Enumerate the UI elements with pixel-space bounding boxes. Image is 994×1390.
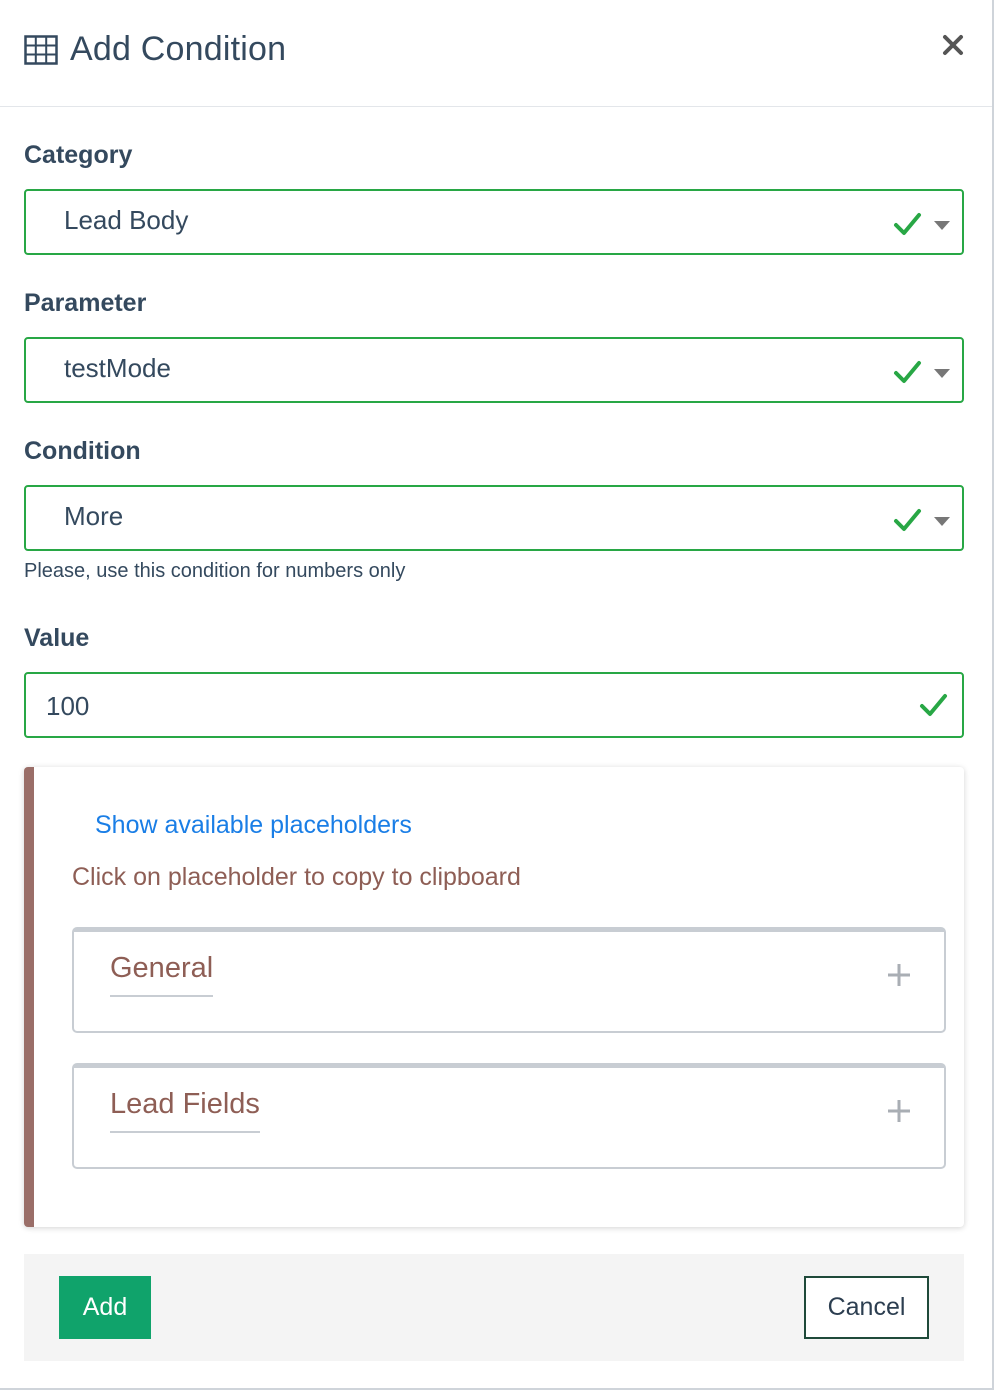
value-input[interactable]: [46, 686, 886, 726]
show-placeholders-link[interactable]: Show available placeholders: [95, 811, 412, 840]
accordion-title: General: [110, 952, 214, 997]
add-button[interactable]: Add: [59, 1276, 151, 1339]
chevron-down-icon: [934, 517, 950, 526]
placeholders-panel: Show available placeholders Click on pla…: [24, 767, 964, 1227]
cancel-button[interactable]: Cancel: [804, 1276, 929, 1339]
condition-select[interactable]: More: [24, 485, 964, 551]
check-icon: [920, 694, 947, 716]
placeholders-note: Click on placeholder to copy to clipboar…: [72, 863, 521, 891]
modal-title: Add Condition: [70, 30, 287, 68]
plus-icon[interactable]: [886, 1098, 912, 1124]
parameter-select[interactable]: testMode: [24, 337, 964, 403]
modal-footer: Add Cancel: [24, 1254, 964, 1361]
parameter-value: testMode: [64, 353, 171, 383]
category-label: Category: [24, 141, 133, 169]
add-condition-modal: Add Condition Category Lead Body Paramet…: [0, 0, 994, 1390]
chevron-down-icon: [934, 221, 950, 230]
condition-label: Condition: [24, 437, 141, 465]
accordion-title: Lead Fields: [110, 1088, 260, 1133]
close-icon[interactable]: [938, 30, 968, 60]
check-icon: [894, 213, 921, 235]
accordion-lead-fields[interactable]: Lead Fields: [72, 1063, 946, 1169]
accordion-general[interactable]: General: [72, 927, 946, 1033]
value-field[interactable]: [24, 672, 964, 738]
check-icon: [894, 361, 921, 383]
value-label: Value: [24, 624, 90, 652]
modal-title-wrap: Add Condition: [24, 30, 286, 69]
check-icon: [894, 509, 921, 531]
condition-value: More: [64, 501, 124, 531]
category-value: Lead Body: [64, 205, 189, 235]
chevron-down-icon: [934, 369, 950, 378]
parameter-label: Parameter: [24, 289, 147, 317]
category-select[interactable]: Lead Body: [24, 189, 964, 255]
table-grid-icon: [24, 34, 58, 65]
modal-header: Add Condition: [0, 0, 992, 107]
plus-icon[interactable]: [886, 962, 912, 988]
condition-hint: Please, use this condition for numbers o…: [24, 560, 406, 582]
